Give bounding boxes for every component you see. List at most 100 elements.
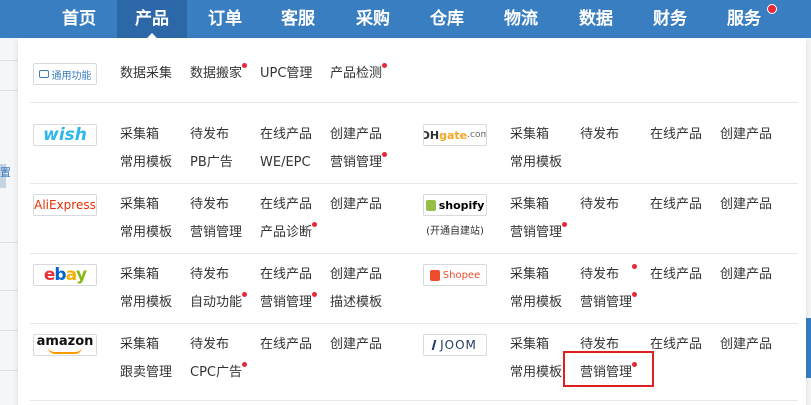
amazon-logo: amazon — [33, 334, 97, 356]
shopee-pending-publish[interactable]: 待发布 — [580, 267, 619, 283]
new-dot-icon — [242, 292, 247, 297]
shopee-create-product[interactable]: 创建产品 — [720, 267, 772, 283]
ebay-automation[interactable]: 自动功能 — [190, 295, 242, 311]
new-dot-icon — [382, 152, 387, 157]
shopify-collection-box[interactable]: 采集箱 — [510, 197, 549, 213]
new-dot-icon — [242, 362, 247, 367]
highlight-box — [563, 351, 654, 387]
wish-online-products[interactable]: 在线产品 — [260, 127, 312, 143]
nav-logistics[interactable]: 物流 — [486, 0, 556, 38]
nav-home[interactable]: 首页 — [44, 0, 114, 38]
amazon-smile-icon — [48, 347, 82, 354]
new-dot-icon — [242, 63, 247, 68]
dhgate-templates[interactable]: 常用模板 — [510, 155, 562, 171]
ebay-marketing[interactable]: 营销管理 — [260, 295, 312, 311]
dhgate-online-products[interactable]: 在线产品 — [650, 127, 702, 143]
wish-logo: wish — [33, 124, 97, 146]
ebay-pending-publish[interactable]: 待发布 — [190, 267, 229, 283]
wish-templates[interactable]: 常用模板 — [120, 155, 172, 171]
shopify-marketing[interactable]: 营销管理 — [510, 225, 562, 241]
amazon-cpc-ads[interactable]: CPC广告 — [190, 365, 242, 381]
link-upc-management[interactable]: UPC管理 — [260, 66, 312, 82]
wish-pb-ads[interactable]: PB广告 — [190, 155, 233, 171]
new-dot-icon — [562, 222, 567, 227]
dhgate-create-product[interactable]: 创建产品 — [720, 127, 772, 143]
shopee-marketing[interactable]: 营销管理 — [580, 295, 632, 311]
background-divider — [0, 330, 18, 331]
link-data-collection[interactable]: 数据采集 — [120, 66, 172, 82]
shopee-bag-icon — [429, 269, 440, 281]
shopify-logo-text: shopify — [438, 198, 485, 212]
nav-data[interactable]: 数据 — [561, 0, 631, 38]
nav-orders[interactable]: 订单 — [190, 0, 260, 38]
wish-create-product[interactable]: 创建产品 — [330, 127, 382, 143]
aliexpress-marketing[interactable]: 营销管理 — [190, 225, 242, 241]
nav-products[interactable]: 产品 — [117, 0, 187, 38]
amazon-online-products[interactable]: 在线产品 — [260, 337, 312, 353]
background-divider — [0, 242, 18, 243]
dhgate-logo: DHgate.com — [423, 124, 487, 146]
shopee-collection-box[interactable]: 采集箱 — [510, 267, 549, 283]
general-functions-badge: 通用功能 — [33, 63, 97, 85]
ebay-templates[interactable]: 常用模板 — [120, 295, 172, 311]
dhgate-logo-dh: DH — [424, 128, 440, 142]
wish-we-epc[interactable]: WE/EPC — [260, 155, 311, 171]
products-dropdown-panel: 通用功能 数据采集 数据搬家 UPC管理 产品检测 wish 采集箱 待发布 在… — [18, 38, 806, 405]
nav-warehouse[interactable]: 仓库 — [412, 0, 482, 38]
joom-create-product[interactable]: 创建产品 — [720, 337, 772, 353]
background-edge-button[interactable]: 置 — [0, 164, 11, 188]
joom-logo-text: JOOM — [440, 338, 477, 352]
general-functions-label: 通用功能 — [51, 70, 92, 82]
ebay-description-templates[interactable]: 描述模板 — [330, 295, 382, 311]
joom-online-products[interactable]: 在线产品 — [650, 337, 702, 353]
joom-logo: JOOM — [423, 334, 487, 356]
shopify-open-site-note[interactable]: (开通自建站) — [415, 222, 495, 237]
shopify-bag-icon — [425, 199, 436, 211]
background-divider — [0, 290, 18, 291]
shopee-templates[interactable]: 常用模板 — [510, 295, 562, 311]
amazon-collection-box[interactable]: 采集箱 — [120, 337, 159, 353]
new-dot-icon — [312, 292, 317, 297]
amazon-create-product[interactable]: 创建产品 — [330, 337, 382, 353]
dhgate-pending-publish[interactable]: 待发布 — [580, 127, 619, 143]
background-edge-label: 置 — [0, 166, 11, 179]
link-data-migration[interactable]: 数据搬家 — [190, 66, 242, 82]
amazon-pending-publish[interactable]: 待发布 — [190, 337, 229, 353]
joom-templates[interactable]: 常用模板 — [510, 365, 562, 381]
wish-logo-text: wish — [43, 125, 87, 145]
ebay-online-products[interactable]: 在线产品 — [260, 267, 312, 283]
wish-collection-box[interactable]: 采集箱 — [120, 127, 159, 143]
nav-products-label: 产品 — [135, 9, 169, 29]
new-dot-icon — [312, 222, 317, 227]
aliexpress-logo: AliExpress — [33, 194, 97, 216]
ebay-collection-box[interactable]: 采集箱 — [120, 267, 159, 283]
nav-purchasing[interactable]: 采购 — [338, 0, 408, 38]
dhgate-logo-gate: gate — [439, 128, 468, 142]
ebay-create-product[interactable]: 创建产品 — [330, 267, 382, 283]
amazon-follow-sell[interactable]: 跟卖管理 — [120, 365, 172, 381]
nav-finance[interactable]: 财务 — [635, 0, 705, 38]
aliexpress-pending-publish[interactable]: 待发布 — [190, 197, 229, 213]
aliexpress-create-product[interactable]: 创建产品 — [330, 197, 382, 213]
shopee-logo: Shopee — [423, 264, 487, 286]
shopify-pending-publish[interactable]: 待发布 — [580, 197, 619, 213]
wish-pending-publish[interactable]: 待发布 — [190, 127, 229, 143]
shopee-online-products[interactable]: 在线产品 — [650, 267, 702, 283]
new-dot-icon — [632, 292, 637, 297]
aliexpress-online-products[interactable]: 在线产品 — [260, 197, 312, 213]
aliexpress-templates[interactable]: 常用模板 — [120, 225, 172, 241]
link-product-check[interactable]: 产品检测 — [330, 66, 382, 82]
nav-customer-service[interactable]: 客服 — [263, 0, 333, 38]
shopify-online-products[interactable]: 在线产品 — [650, 197, 702, 213]
ebay-logo-y: y — [76, 265, 87, 285]
dhgate-collection-box[interactable]: 采集箱 — [510, 127, 549, 143]
ebay-logo-a: a — [65, 265, 78, 285]
aliexpress-collection-box[interactable]: 采集箱 — [120, 197, 159, 213]
joom-collection-box[interactable]: 采集箱 — [510, 337, 549, 353]
aliexpress-logo-text: AliExpress — [34, 198, 96, 212]
shopify-logo: shopify — [423, 194, 487, 216]
service-notification-dot — [767, 4, 777, 14]
aliexpress-diagnosis[interactable]: 产品诊断 — [260, 225, 312, 241]
shopify-create-product[interactable]: 创建产品 — [720, 197, 772, 213]
wish-marketing[interactable]: 营销管理 — [330, 155, 382, 171]
